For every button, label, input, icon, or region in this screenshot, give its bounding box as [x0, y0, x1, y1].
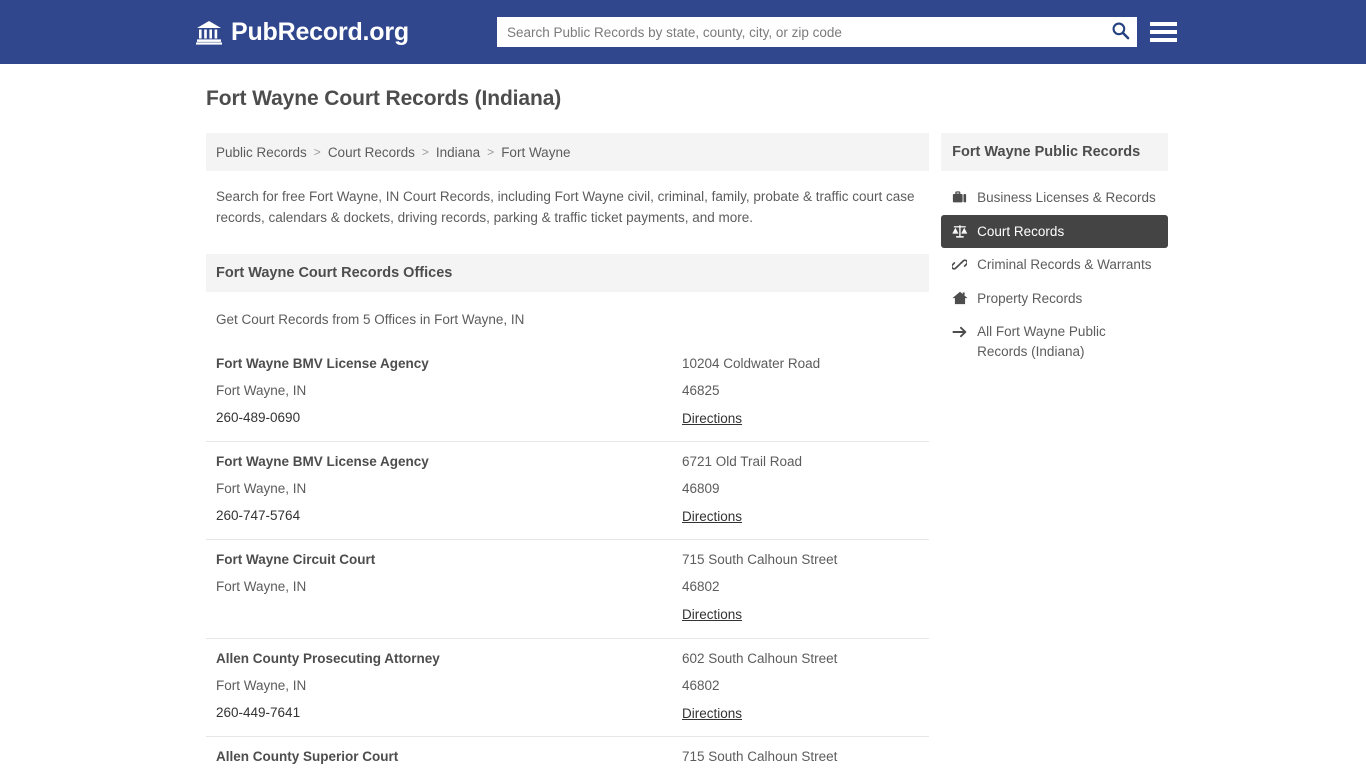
office-row: Fort Wayne BMV License Agency Fort Wayne,…	[206, 442, 930, 540]
sidebar-item-property-records[interactable]: Property Records	[941, 282, 1168, 316]
office-phone[interactable]: 260-489-0690	[216, 410, 682, 425]
briefcase-icon	[951, 189, 968, 206]
sidebar-item-label: Property Records	[977, 290, 1083, 306]
search-icon	[1111, 21, 1130, 43]
breadcrumb-separator: >	[421, 145, 429, 159]
site-logo-link[interactable]: PubRecord.org	[196, 19, 409, 45]
sidebar-item-all-fort-wayne-public-records-indiana[interactable]: All Fort Wayne Public Records (Indiana)	[941, 315, 1168, 368]
page-description: Search for free Fort Wayne, IN Court Rec…	[216, 189, 915, 225]
bank-building-icon	[196, 19, 222, 45]
office-row: Allen County Prosecuting Attorney Fort Wa…	[206, 639, 930, 737]
office-name: Allen County Superior Court	[216, 748, 399, 764]
home-icon	[951, 290, 968, 307]
breadcrumb-separator: >	[487, 145, 495, 159]
directions-link[interactable]: Directions	[682, 411, 742, 426]
sidebar-item-label: Business Licenses & Records	[977, 190, 1156, 205]
main-content: Public Records > Court Records > Indiana > For…	[206, 133, 930, 768]
office-name: Allen County Prosecuting Attorney	[216, 650, 440, 666]
sidebar-item-label: Court Records	[977, 223, 1065, 239]
breadcrumb-item-court-records[interactable]: Court Records	[328, 145, 415, 160]
offices-section-title: Fort Wayne Court Records Offices	[216, 264, 453, 281]
office-address-block: 715 South Calhoun Street 46802 Directions	[682, 552, 919, 625]
office-address-block: 602 South Calhoun Street 46802 Directions	[682, 651, 919, 723]
breadcrumb-item-fort-wayne: Fort Wayne	[501, 144, 571, 160]
office-phone[interactable]: 260-747-5764	[216, 508, 682, 523]
page-body: Fort Wayne Court Records (Indiana) Publi…	[0, 64, 1366, 768]
search-bar	[497, 17, 1137, 47]
scales-of-justice-icon	[951, 223, 968, 240]
office-zip-code: 46809	[682, 480, 720, 496]
office-info: Fort Wayne BMV License Agency Fort Wayne,…	[216, 356, 682, 428]
breadcrumb-separator: >	[313, 145, 321, 159]
sidebar-title: Fort Wayne Public Records	[952, 144, 1141, 160]
search-button[interactable]	[1103, 17, 1137, 47]
arrow-right-icon	[951, 323, 968, 340]
office-info: Fort Wayne Circuit Court Fort Wayne, IN	[216, 552, 682, 625]
office-zip-code: 46802	[682, 578, 720, 594]
office-address-block: 10204 Coldwater Road 46825 Directions	[682, 356, 919, 428]
office-row: Allen County Superior CourtFort Wayne, I…	[206, 737, 929, 768]
breadcrumb-item-public-records[interactable]: Public Records	[216, 145, 307, 160]
hamburger-menu-button[interactable]	[1150, 18, 1177, 46]
office-city: Fort Wayne, IN	[216, 480, 307, 496]
office-phone-empty	[216, 606, 682, 625]
directions-link[interactable]: Directions	[682, 607, 742, 622]
sidebar-item-label: Criminal Records & Warrants	[977, 257, 1152, 273]
office-zip-code: 46825	[682, 382, 720, 398]
office-city: Fort Wayne, IN	[216, 578, 307, 594]
directions-link[interactable]: Directions	[682, 706, 742, 721]
office-address-block: 6721 Old Trail Road 46809 Directions	[682, 454, 919, 526]
directions-link[interactable]: Directions	[682, 509, 742, 524]
sidebar-list: Business Licenses & Records Court Records…	[941, 181, 1168, 368]
hamburger-bar-3	[1150, 38, 1177, 42]
office-row: Fort Wayne Circuit Court Fort Wayne, IN 71…	[206, 540, 930, 639]
office-address-block: 715 South Calhoun Street46802Directions	[682, 749, 919, 768]
office-row: Fort Wayne BMV License Agency Fort Wayne,…	[206, 344, 930, 442]
site-logo-text: PubRecord.org	[231, 17, 409, 46]
office-info: Fort Wayne BMV License Agency Fort Wayne,…	[216, 454, 682, 526]
offices-section-header: Fort Wayne Court Records Offices	[206, 253, 930, 292]
search-input[interactable]	[497, 18, 1103, 46]
sidebar-item-label: All Fort Wayne Public Records (Indiana)	[977, 324, 1106, 359]
hamburger-menu-icon	[1150, 22, 1177, 26]
office-info: Allen County Superior CourtFort Wayne, I…	[216, 749, 682, 768]
office-zip-code: 46802	[682, 677, 720, 693]
office-street-address: 6721 Old Trail Road	[682, 453, 803, 469]
page-title: Fort Wayne Court Records (Indiana)	[206, 87, 562, 110]
office-street-address: 10204 Coldwater Road	[682, 355, 821, 371]
sidebar-item-business-licenses-records[interactable]: Business Licenses & Records	[941, 181, 1168, 215]
sidebar-item-court-records[interactable]: Court Records	[941, 214, 1168, 249]
hamburger-bar-2	[1150, 30, 1177, 34]
office-phone[interactable]: 260-449-7641	[216, 705, 682, 720]
office-street-address: 602 South Calhoun Street	[682, 650, 838, 666]
office-name: Fort Wayne Circuit Court	[216, 551, 376, 567]
sidebar-item-criminal-records-warrants[interactable]: Criminal Records & Warrants	[941, 248, 1168, 282]
office-street-address: 715 South Calhoun Street	[682, 748, 838, 764]
breadcrumb-item-indiana[interactable]: Indiana	[436, 145, 480, 160]
office-city: Fort Wayne, IN	[216, 382, 307, 398]
office-city: Fort Wayne, IN	[216, 677, 307, 693]
offices-list: Fort Wayne BMV License Agency Fort Wayne,…	[206, 344, 930, 768]
sidebar: Fort Wayne Public Records Business Licen…	[941, 133, 1168, 368]
sidebar-header: Fort Wayne Public Records	[941, 133, 1168, 171]
handcuffs-link-icon	[951, 256, 968, 273]
breadcrumb: Public Records > Court Records > Indiana > For…	[206, 133, 930, 171]
office-name: Fort Wayne BMV License Agency	[216, 453, 429, 469]
office-name: Fort Wayne BMV License Agency	[216, 355, 429, 371]
office-info: Allen County Prosecuting Attorney Fort Wa…	[216, 651, 682, 723]
site-header: PubRecord.org	[0, 0, 1366, 64]
office-street-address: 715 South Calhoun Street	[682, 551, 838, 567]
offices-section-subtitle: Get Court Records from 5 Offices in Fort…	[216, 311, 525, 327]
